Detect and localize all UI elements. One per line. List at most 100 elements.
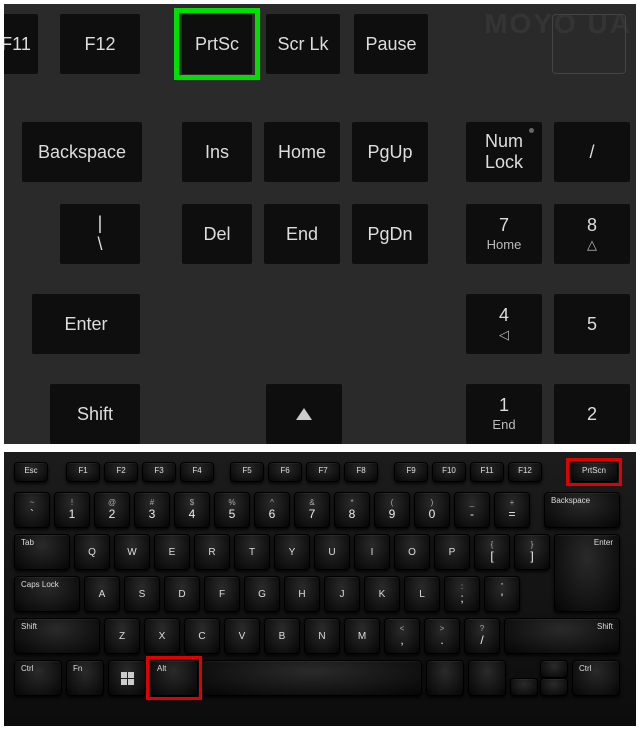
pkey-f8[interactable]: F8 xyxy=(344,462,378,482)
pkey-ctrl-r[interactable]: Ctrl xyxy=(572,660,620,696)
key-shift[interactable]: Shift xyxy=(50,384,140,444)
key-pgup[interactable]: PgUp xyxy=(352,122,428,182)
key-numpad-7[interactable]: 7 Home xyxy=(466,204,542,264)
key-f12[interactable]: F12 xyxy=(60,14,140,74)
key-numpad-2[interactable]: 2 xyxy=(554,384,630,444)
pkey-i[interactable]: I xyxy=(354,534,390,570)
pkey-5[interactable]: %5 xyxy=(214,492,250,528)
key-arrow-up[interactable] xyxy=(266,384,342,444)
pkey-f[interactable]: F xyxy=(204,576,240,612)
pkey-y[interactable]: Y xyxy=(274,534,310,570)
pkey-s[interactable]: S xyxy=(124,576,160,612)
pkey-4[interactable]: $4 xyxy=(174,492,210,528)
pkey-6[interactable]: ^6 xyxy=(254,492,290,528)
pkey-fn[interactable]: Fn xyxy=(66,660,104,696)
key-numpad-slash[interactable]: / xyxy=(554,122,630,182)
pkey-3[interactable]: #3 xyxy=(134,492,170,528)
key-numlock[interactable]: Num Lock xyxy=(466,122,542,182)
pkey-shift-r[interactable]: Shift xyxy=(504,618,620,654)
pkey-f6[interactable]: F6 xyxy=(268,462,302,482)
pkey-b[interactable]: B xyxy=(264,618,300,654)
pkey-f3[interactable]: F3 xyxy=(142,462,176,482)
pkey-menu[interactable] xyxy=(468,660,506,696)
key-scrlk[interactable]: Scr Lk xyxy=(266,14,340,74)
pkey-f5[interactable]: F5 xyxy=(230,462,264,482)
pkey-7[interactable]: &7 xyxy=(294,492,330,528)
pkey-comma[interactable]: <, xyxy=(384,618,420,654)
pkey-f7[interactable]: F7 xyxy=(306,462,340,482)
pkey-enter[interactable]: Enter xyxy=(554,534,620,612)
pkey-alt[interactable]: Alt xyxy=(150,660,198,696)
pkey-semicolon[interactable]: :; xyxy=(444,576,480,612)
pkey-period[interactable]: >. xyxy=(424,618,460,654)
pkey-f2[interactable]: F2 xyxy=(104,462,138,482)
pkey-t[interactable]: T xyxy=(234,534,270,570)
pkey-o[interactable]: O xyxy=(394,534,430,570)
key-numpad-5[interactable]: 5 xyxy=(554,294,630,354)
key-numpad-8[interactable]: 8 △ xyxy=(554,204,630,264)
pkey-f9[interactable]: F9 xyxy=(394,462,428,482)
key-ins[interactable]: Ins xyxy=(182,122,252,182)
pkey-k[interactable]: K xyxy=(364,576,400,612)
pkey-9[interactable]: (9 xyxy=(374,492,410,528)
pkey-w[interactable]: W xyxy=(114,534,150,570)
pkey-p[interactable]: P xyxy=(434,534,470,570)
pkey-prtscn[interactable]: PrtScn xyxy=(570,462,618,482)
pkey-alt-r[interactable] xyxy=(426,660,464,696)
pkey-slash[interactable]: ?/ xyxy=(464,618,500,654)
pkey-arrow-up[interactable] xyxy=(540,660,568,678)
pkey-ctrl-l[interactable]: Ctrl xyxy=(14,660,62,696)
pkey-arrow-left[interactable] xyxy=(510,678,538,696)
pkey-tilde[interactable]: ~` xyxy=(14,492,50,528)
pkey-m[interactable]: M xyxy=(344,618,380,654)
key-home[interactable]: Home xyxy=(264,122,340,182)
pkey-tab[interactable]: Tab xyxy=(14,534,70,570)
pkey-equals[interactable]: += xyxy=(494,492,530,528)
pkey-a[interactable]: A xyxy=(84,576,120,612)
pkey-g[interactable]: G xyxy=(244,576,280,612)
pkey-u[interactable]: U xyxy=(314,534,350,570)
pkey-arrow-down[interactable] xyxy=(540,678,568,696)
pkey-f10[interactable]: F10 xyxy=(432,462,466,482)
pkey-q[interactable]: Q xyxy=(74,534,110,570)
pkey-z[interactable]: Z xyxy=(104,618,140,654)
pkey-1[interactable]: !1 xyxy=(54,492,90,528)
pkey-8[interactable]: *8 xyxy=(334,492,370,528)
key-pgdn[interactable]: PgDn xyxy=(352,204,428,264)
pkey-esc[interactable]: Esc xyxy=(14,462,48,482)
key-backslash[interactable]: | \ xyxy=(60,204,140,264)
pkey-n[interactable]: N xyxy=(304,618,340,654)
pkey-l[interactable]: L xyxy=(404,576,440,612)
pkey-space[interactable] xyxy=(202,660,422,696)
pkey-bracket-r[interactable]: }] xyxy=(514,534,550,570)
pkey-r[interactable]: R xyxy=(194,534,230,570)
key-f11[interactable]: F11 xyxy=(4,14,38,74)
pkey-x[interactable]: X xyxy=(144,618,180,654)
pkey-win[interactable] xyxy=(108,660,146,696)
key-del[interactable]: Del xyxy=(182,204,252,264)
pkey-capslock[interactable]: Caps Lock xyxy=(14,576,80,612)
key-enter[interactable]: Enter xyxy=(32,294,140,354)
pkey-c[interactable]: C xyxy=(184,618,220,654)
key-pause[interactable]: Pause xyxy=(354,14,428,74)
pkey-backspace[interactable]: Backspace xyxy=(544,492,620,528)
key-backspace[interactable]: Backspace xyxy=(22,122,142,182)
pkey-0[interactable]: )0 xyxy=(414,492,450,528)
pkey-shift-l[interactable]: Shift xyxy=(14,618,100,654)
pkey-bracket-l[interactable]: {[ xyxy=(474,534,510,570)
pkey-f4[interactable]: F4 xyxy=(180,462,214,482)
key-prtsc[interactable]: PrtSc xyxy=(182,14,252,74)
key-numpad-4[interactable]: 4 ◁ xyxy=(466,294,542,354)
pkey-f11[interactable]: F11 xyxy=(470,462,504,482)
pkey-e[interactable]: E xyxy=(154,534,190,570)
pkey-d[interactable]: D xyxy=(164,576,200,612)
pkey-h[interactable]: H xyxy=(284,576,320,612)
pkey-quote[interactable]: "' xyxy=(484,576,520,612)
pkey-f1[interactable]: F1 xyxy=(66,462,100,482)
key-end[interactable]: End xyxy=(264,204,340,264)
key-numpad-1[interactable]: 1 End xyxy=(466,384,542,444)
pkey-v[interactable]: V xyxy=(224,618,260,654)
pkey-minus[interactable]: _- xyxy=(454,492,490,528)
pkey-j[interactable]: J xyxy=(324,576,360,612)
pkey-2[interactable]: @2 xyxy=(94,492,130,528)
